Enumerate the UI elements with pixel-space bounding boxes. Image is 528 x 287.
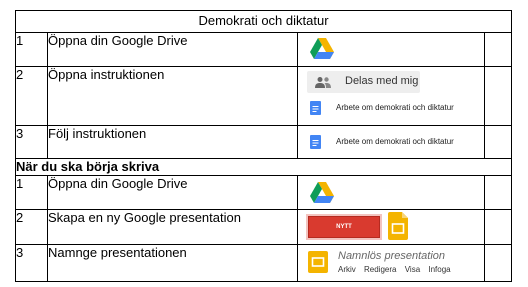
document-link[interactable]: Arbete om demokrati och diktatur — [336, 137, 454, 146]
google-docs-icon — [310, 135, 321, 149]
step-text: Följ instruktionen — [47, 125, 298, 159]
step-image-cell: Namnlös presentation Arkiv Redigera Visa… — [297, 244, 485, 282]
empty-cell — [484, 32, 512, 67]
step-number: 2 — [15, 66, 48, 126]
google-drive-icon — [310, 182, 334, 203]
step-text: Skapa en ny Google presentation — [47, 209, 298, 245]
google-slides-icon — [308, 251, 328, 273]
step-text: Öppna instruktionen — [47, 66, 298, 126]
step-text: Namnge presentationen — [47, 244, 298, 282]
menu-item-infoga[interactable]: Infoga — [428, 265, 450, 274]
step-image-cell: NYTT — [297, 209, 485, 245]
google-slides-icon — [388, 212, 408, 240]
google-docs-icon — [310, 101, 321, 115]
step-image-cell: Delas med mig Arbete om demokrati och di… — [297, 66, 485, 126]
menu-item-arkiv[interactable]: Arkiv — [338, 265, 356, 274]
google-drive-icon — [310, 38, 334, 59]
instruction-table: Demokrati och diktatur 1 Öppna din Googl… — [15, 10, 512, 282]
menu-item-redigera[interactable]: Redigera — [364, 265, 396, 274]
empty-cell — [484, 175, 512, 210]
step-number: 2 — [15, 209, 48, 245]
step-number: 1 — [15, 175, 48, 210]
step-number: 3 — [15, 125, 48, 159]
step-text: Öppna din Google Drive — [47, 175, 298, 210]
menu-item-visa[interactable]: Visa — [405, 265, 420, 274]
section-heading: När du ska börja skriva — [15, 158, 512, 176]
empty-cell — [484, 125, 512, 159]
people-icon — [315, 77, 331, 88]
document-link[interactable]: Arbete om demokrati och diktatur — [336, 103, 454, 112]
empty-cell — [484, 244, 512, 282]
new-button[interactable]: NYTT — [308, 216, 380, 238]
empty-cell — [484, 66, 512, 126]
step-number: 3 — [15, 244, 48, 282]
step-image-cell — [297, 175, 485, 210]
presentation-title-field[interactable]: Namnlös presentation — [338, 250, 445, 262]
table-title: Demokrati och diktatur — [15, 10, 512, 33]
shared-with-me-chip[interactable]: Delas med mig — [307, 71, 420, 93]
shared-with-me-label: Delas med mig — [345, 75, 419, 87]
menu-bar: Arkiv Redigera Visa Infoga — [338, 265, 457, 274]
step-text: Öppna din Google Drive — [47, 32, 298, 67]
step-image-cell: Arbete om demokrati och diktatur — [297, 125, 485, 159]
document-page: Demokrati och diktatur 1 Öppna din Googl… — [0, 0, 528, 287]
step-image-cell — [297, 32, 485, 67]
empty-cell — [484, 209, 512, 245]
step-number: 1 — [15, 32, 48, 67]
new-button-label: NYTT — [336, 224, 352, 230]
